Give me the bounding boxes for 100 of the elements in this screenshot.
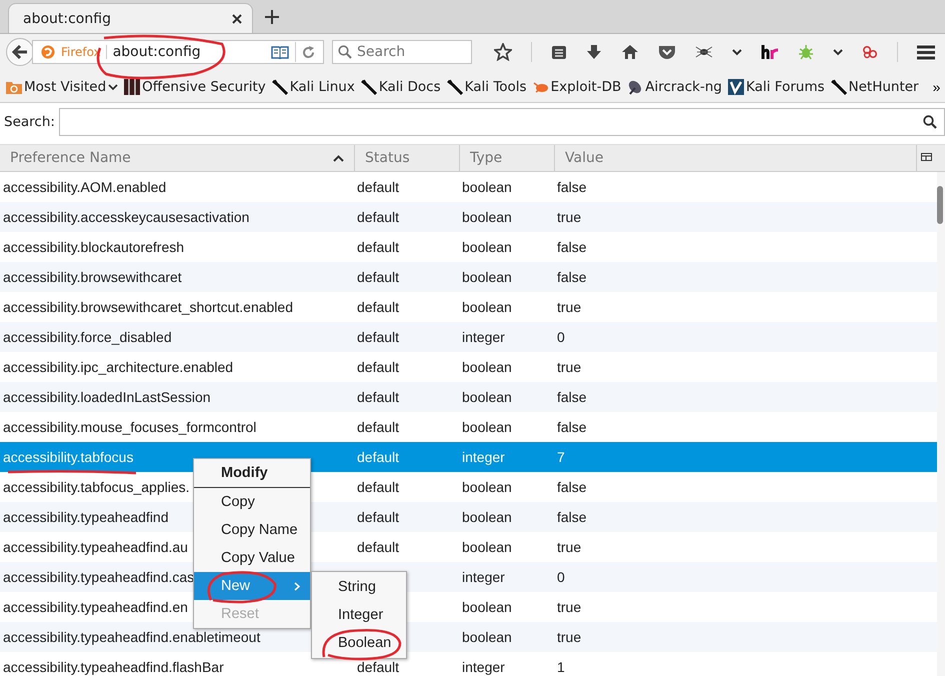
scrollbar-thumb[interactable] bbox=[937, 186, 943, 224]
search-field[interactable]: Search bbox=[332, 40, 472, 64]
bookmark-link[interactable]: Most Visited bbox=[6, 79, 118, 95]
value-cell: 0 bbox=[557, 329, 565, 345]
preference-name[interactable]: accessibility.typeaheadfind.flashBar bbox=[3, 659, 224, 675]
home-icon[interactable] bbox=[621, 44, 639, 60]
bug-icon bbox=[532, 80, 549, 94]
menu-item[interactable]: Modify bbox=[194, 459, 310, 487]
status-cell: default bbox=[357, 359, 400, 375]
value-cell: 7 bbox=[557, 449, 565, 465]
status-cell: default bbox=[357, 449, 400, 465]
hr-icon[interactable] bbox=[761, 45, 779, 59]
menu-item[interactable]: Copy Name bbox=[194, 516, 310, 544]
bookmark-link[interactable]: Kali Docs bbox=[360, 79, 441, 95]
menu-item[interactable]: Copy bbox=[194, 488, 310, 516]
menu-item[interactable]: New bbox=[194, 572, 310, 600]
menu-item[interactable]: String bbox=[312, 573, 406, 601]
column-picker-icon[interactable] bbox=[921, 153, 932, 163]
folder-icon bbox=[6, 79, 22, 95]
preference-name[interactable]: accessibility.tabfocus_applies. bbox=[3, 479, 190, 495]
menu-item[interactable]: Boolean bbox=[312, 629, 406, 657]
bookmark-link[interactable]: Exploit-DB bbox=[532, 79, 622, 95]
download-icon[interactable] bbox=[586, 44, 602, 60]
status-cell: default bbox=[357, 419, 400, 435]
preference-name[interactable]: accessibility.loadedInLastSession bbox=[3, 389, 211, 405]
checkmark-tile-icon bbox=[728, 79, 744, 95]
preference-name[interactable]: accessibility.AOM.enabled bbox=[3, 179, 166, 195]
preference-name[interactable]: accessibility.accesskeycausesactivation bbox=[3, 209, 250, 225]
value-cell: false bbox=[557, 509, 587, 525]
value-cell: true bbox=[557, 299, 582, 315]
value-cell: false bbox=[557, 179, 587, 195]
type-cell: boolean bbox=[462, 389, 512, 405]
back-icon bbox=[12, 45, 28, 59]
type-cell: integer bbox=[462, 659, 505, 675]
star-icon[interactable] bbox=[494, 43, 512, 61]
bookmark-link[interactable]: Aircrack-ng bbox=[627, 79, 722, 95]
status-cell: default bbox=[357, 209, 400, 225]
pocket-icon[interactable] bbox=[658, 44, 676, 60]
status-cell: default bbox=[357, 389, 400, 405]
type-cell: boolean bbox=[462, 179, 512, 195]
value-cell: true bbox=[557, 629, 582, 645]
preference-name[interactable]: accessibility.blockautorefresh bbox=[3, 239, 184, 255]
type-cell: boolean bbox=[462, 299, 512, 315]
preference-name[interactable]: accessibility.typeaheadfind.cas bbox=[3, 569, 194, 585]
status-cell: default bbox=[357, 509, 400, 525]
dropdown-icon[interactable] bbox=[833, 48, 843, 56]
preference-name[interactable]: accessibility.typeaheadfind bbox=[3, 509, 169, 525]
value-cell: true bbox=[557, 539, 582, 555]
menu-icon[interactable] bbox=[917, 44, 935, 60]
type-cell: boolean bbox=[462, 509, 512, 525]
back-button[interactable] bbox=[6, 38, 34, 66]
type-cell: integer bbox=[462, 569, 505, 585]
value-cell: false bbox=[557, 239, 587, 255]
type-cell: integer bbox=[462, 449, 505, 465]
preference-name[interactable]: accessibility.typeaheadfind.en bbox=[3, 599, 188, 615]
preference-name[interactable]: accessibility.force_disabled bbox=[3, 329, 172, 345]
preference-name[interactable]: accessibility.ipc_architecture.enabled bbox=[3, 359, 234, 375]
search-label: Search: bbox=[4, 114, 55, 130]
column-header[interactable]: Value bbox=[555, 145, 917, 171]
bookmark-link[interactable]: Kali Forums bbox=[728, 79, 824, 95]
dropdown-icon[interactable] bbox=[732, 48, 742, 56]
clipboard-icon[interactable] bbox=[551, 44, 567, 60]
type-cell: boolean bbox=[462, 269, 512, 285]
type-cell: boolean bbox=[462, 539, 512, 555]
value-cell: true bbox=[557, 599, 582, 615]
type-cell: boolean bbox=[462, 419, 512, 435]
spider-icon[interactable] bbox=[695, 45, 713, 59]
preference-name[interactable]: accessibility.browsewithcaret_shortcut.enabled bbox=[3, 299, 293, 315]
bookmark-link[interactable]: Kali Tools bbox=[446, 79, 527, 95]
search-field[interactable] bbox=[58, 108, 945, 136]
status-cell: default bbox=[357, 239, 400, 255]
type-cell: boolean bbox=[462, 209, 512, 225]
reload-icon[interactable] bbox=[302, 46, 315, 58]
status-cell: default bbox=[357, 539, 400, 555]
browser-tab[interactable]: about:config bbox=[8, 3, 253, 33]
bookmark-link[interactable]: Kali Linux bbox=[272, 79, 355, 95]
menu-item[interactable]: Integer bbox=[312, 601, 406, 629]
column-header[interactable]: Preference Name bbox=[0, 145, 355, 171]
column-header[interactable]: Type bbox=[460, 145, 555, 171]
preference-name[interactable]: accessibility.browsewithcaret bbox=[3, 269, 182, 285]
bookmark-link[interactable]: NetHunter bbox=[830, 79, 919, 95]
value-cell: 1 bbox=[557, 659, 565, 675]
menu-item[interactable]: Copy Value bbox=[194, 544, 310, 572]
close-icon[interactable] bbox=[232, 14, 242, 24]
new-tab-icon[interactable] bbox=[265, 10, 279, 24]
preference-name[interactable]: accessibility.typeaheadfind.enabletimeout bbox=[3, 629, 260, 645]
preference-name[interactable]: accessibility.typeaheadfind.au bbox=[3, 539, 188, 555]
preference-name[interactable]: accessibility.mouse_focuses_formcontrol bbox=[3, 419, 256, 435]
search-icon bbox=[338, 45, 352, 59]
book-icon[interactable] bbox=[271, 46, 289, 58]
bookmark-link[interactable]: Offensive Security bbox=[124, 79, 266, 95]
value-cell: false bbox=[557, 419, 587, 435]
value-cell: false bbox=[557, 479, 587, 495]
sort-ascending-icon bbox=[333, 154, 344, 162]
search-icon bbox=[923, 115, 937, 129]
bookmarks-overflow-button[interactable]: » bbox=[930, 79, 942, 95]
chevron-down-icon bbox=[108, 84, 118, 90]
circles-icon[interactable] bbox=[862, 45, 878, 59]
column-header[interactable]: Status bbox=[355, 145, 460, 171]
value-cell: true bbox=[557, 209, 582, 225]
